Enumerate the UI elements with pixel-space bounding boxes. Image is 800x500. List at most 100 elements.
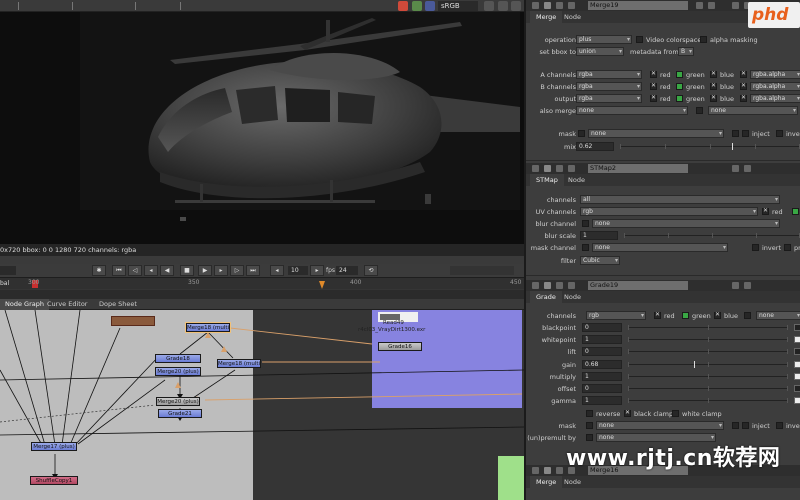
video-colorspace-checkbox[interactable] <box>636 36 643 43</box>
blue-checkbox[interactable] <box>710 94 717 102</box>
colorspace-dropdown[interactable]: sRGB <box>438 1 478 11</box>
red-checkbox[interactable] <box>650 94 657 102</box>
node-name-field[interactable]: STMap2 <box>588 164 688 173</box>
node-grade16[interactable]: Grade16 <box>378 342 422 351</box>
red-checkbox[interactable] <box>762 207 769 215</box>
color-swatch[interactable] <box>794 336 800 343</box>
collapse-icon[interactable] <box>532 282 539 289</box>
color-swatch[interactable] <box>794 385 800 392</box>
gain-slider-handle[interactable] <box>694 361 695 368</box>
alpha-dropdown[interactable]: rgba.alpha <box>750 70 800 79</box>
node-merge-multi[interactable]: Merge18 (multi) <box>217 359 261 368</box>
pre-checkbox[interactable] <box>784 244 791 251</box>
viewer-toggle-icon[interactable] <box>412 1 422 11</box>
tab-curve-editor[interactable]: Curve Editor <box>42 299 92 310</box>
viewer-option-icon[interactable] <box>498 1 508 11</box>
green-checkbox[interactable] <box>676 95 683 102</box>
alpha-checkbox[interactable] <box>740 94 747 102</box>
next-keyframe-icon[interactable]: ▷ <box>230 265 244 276</box>
set-bbox-dropdown[interactable]: union <box>576 47 624 56</box>
node-icon[interactable] <box>544 282 551 289</box>
reverse-checkbox[interactable] <box>586 410 593 417</box>
operation-dropdown[interactable]: plus <box>576 35 632 44</box>
help-icon[interactable] <box>568 165 575 172</box>
redo-icon[interactable] <box>708 2 715 9</box>
node-icon[interactable] <box>544 2 551 9</box>
node-name-field[interactable]: Merge19 <box>588 1 688 10</box>
tab-node[interactable]: Node <box>558 11 587 23</box>
multiply-slider[interactable] <box>628 374 788 379</box>
mix-slider-handle[interactable] <box>732 143 733 150</box>
node-merge-top[interactable]: Merge18 (multiply) <box>185 322 231 333</box>
collapse-icon[interactable] <box>532 165 539 172</box>
lift-slider[interactable] <box>628 349 788 354</box>
a-channels-dropdown[interactable]: rgba <box>576 70 642 79</box>
blur-channel-checkbox[interactable] <box>582 220 589 227</box>
blue-checkbox[interactable] <box>710 70 717 78</box>
node-merge-plus[interactable]: Merge20 (plus) <box>155 367 201 376</box>
step-back-icon[interactable]: ◂ <box>144 265 158 276</box>
minimize-icon[interactable] <box>744 165 751 172</box>
also-merge-dropdown-2[interactable]: none <box>708 106 798 115</box>
red-checkbox[interactable] <box>650 70 657 78</box>
node-shufflecopy[interactable]: ShuffleCopy1 <box>30 476 78 485</box>
tab-dope-sheet[interactable]: Dope Sheet <box>94 299 142 310</box>
collapse-icon[interactable] <box>532 467 539 474</box>
alpha-dropdown[interactable]: none <box>756 311 800 320</box>
whitepoint-field[interactable]: 1 <box>582 335 622 344</box>
viewer-toggle-icon[interactable] <box>398 1 408 11</box>
color-swatch[interactable] <box>794 397 800 404</box>
float-icon[interactable] <box>556 165 563 172</box>
help-icon[interactable] <box>568 282 575 289</box>
green-checkbox[interactable] <box>792 208 799 215</box>
blackpoint-field[interactable]: 0 <box>582 323 622 332</box>
step-forward-icon[interactable]: ▸ <box>214 265 228 276</box>
node-disabled[interactable] <box>111 316 155 326</box>
node-merge-bottom[interactable]: Merge17 (plus) <box>31 442 77 451</box>
green-checkbox[interactable] <box>676 83 683 90</box>
gain-field[interactable]: 0.68 <box>582 360 622 369</box>
color-swatch[interactable] <box>794 324 800 331</box>
b-channels-dropdown[interactable]: rgba <box>576 82 642 91</box>
red-checkbox[interactable] <box>654 311 661 319</box>
mask-checkbox[interactable] <box>586 422 593 429</box>
gamma-field[interactable]: 1 <box>582 396 622 405</box>
back-increment-icon[interactable]: ◂ <box>270 265 284 276</box>
mix-slider[interactable] <box>620 143 800 150</box>
loop-icon[interactable]: ⟲ <box>364 265 378 276</box>
viewer-viewport[interactable] <box>0 12 524 244</box>
offset-slider[interactable] <box>628 386 788 391</box>
gear-icon[interactable]: ✱ <box>92 265 106 276</box>
also-merge-checkbox[interactable] <box>696 107 703 114</box>
frame-range-field[interactable] <box>450 266 514 275</box>
tab-node[interactable]: Node <box>562 174 591 186</box>
revert-icon[interactable] <box>732 165 739 172</box>
first-frame-icon[interactable]: ⏮ <box>112 265 126 276</box>
revert-icon[interactable] <box>732 2 739 9</box>
play-backward-icon[interactable]: ◀ <box>160 265 174 276</box>
white-clamp-checkbox[interactable] <box>672 410 679 417</box>
node-name-field[interactable]: Grade19 <box>588 281 688 290</box>
float-icon[interactable] <box>556 2 563 9</box>
tab-node[interactable]: Node <box>558 291 587 303</box>
black-clamp-checkbox[interactable] <box>624 409 631 417</box>
forward-increment-icon[interactable]: ▸ <box>310 265 324 276</box>
green-checkbox[interactable] <box>676 71 683 78</box>
blur-channel-dropdown[interactable]: none <box>592 219 780 228</box>
viewer-toggle-icon[interactable] <box>425 1 435 11</box>
inject-checkbox[interactable] <box>742 422 749 429</box>
invert-checkbox[interactable] <box>776 422 783 429</box>
green-checkbox[interactable] <box>682 312 689 319</box>
float-icon[interactable] <box>556 467 563 474</box>
alpha-checkbox[interactable] <box>744 312 751 319</box>
mask-channel-dropdown[interactable]: none <box>592 243 728 252</box>
blur-scale-field[interactable]: 1 <box>580 231 618 240</box>
mask-icon[interactable] <box>732 130 739 137</box>
stop-icon[interactable]: ■ <box>180 265 194 276</box>
node-graph-canvas[interactable]: Merge18 (multiply) Read49 r4cl03_VrayDir… <box>0 310 524 500</box>
alpha-dropdown[interactable]: rgba.alpha <box>750 82 800 91</box>
output-dropdown[interactable]: rgba <box>576 94 642 103</box>
also-merge-dropdown[interactable]: none <box>576 106 688 115</box>
undo-icon[interactable] <box>696 2 703 9</box>
color-swatch[interactable] <box>794 361 800 368</box>
